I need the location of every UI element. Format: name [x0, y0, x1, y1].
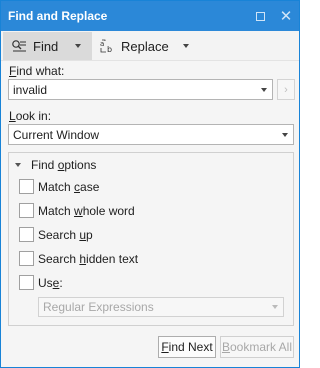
- search-up-label: Search up: [38, 227, 93, 242]
- title-bar: Find and Replace ✕: [1, 1, 299, 31]
- find-what-dropdown-icon[interactable]: [256, 80, 272, 99]
- find-next-label: Find Next: [161, 340, 213, 354]
- restore-icon: [255, 11, 265, 21]
- tab-replace[interactable]: a b Replace: [93, 32, 201, 60]
- search-hidden-text-option[interactable]: Search hidden text: [19, 251, 138, 266]
- find-options-title: Find options: [31, 158, 97, 172]
- collapse-icon[interactable]: [15, 163, 21, 167]
- bookmark-all-button[interactable]: Bookmark All: [220, 336, 294, 358]
- window-title: Find and Replace: [8, 9, 108, 23]
- match-case-checkbox[interactable]: [19, 179, 34, 194]
- look-in-combobox[interactable]: Current Window: [8, 124, 294, 145]
- close-icon: ✕: [279, 7, 293, 25]
- use-checkbox[interactable]: [19, 275, 34, 290]
- match-case-option[interactable]: Match case: [19, 179, 99, 194]
- use-type-combobox[interactable]: Regular Expressions: [38, 297, 284, 317]
- search-up-option[interactable]: Search up: [19, 227, 93, 242]
- find-dropdown-arrow-icon[interactable]: [75, 44, 81, 48]
- find-options-header[interactable]: Find options: [15, 158, 96, 172]
- svg-text:a: a: [100, 40, 104, 48]
- look-in-value: Current Window: [13, 127, 100, 142]
- use-label: Use:: [38, 275, 63, 290]
- tab-replace-label: Replace: [121, 38, 169, 54]
- svg-text:b: b: [107, 45, 112, 54]
- search-hidden-text-checkbox[interactable]: [19, 251, 34, 266]
- find-replace-window: Find and Replace ✕ Find a b Replace Find…: [0, 0, 300, 368]
- use-type-value: Regular Expressions: [43, 300, 154, 314]
- match-whole-word-label: Match whole word: [38, 203, 135, 218]
- match-whole-word-checkbox[interactable]: [19, 203, 34, 218]
- use-type-dropdown-icon[interactable]: [267, 298, 283, 316]
- find-icon: [12, 40, 26, 52]
- find-options-expand-button[interactable]: ›: [277, 79, 295, 100]
- match-case-label: Match case: [38, 179, 100, 194]
- tab-find-label: Find: [33, 38, 59, 54]
- bookmark-all-label: Bookmark All: [221, 340, 293, 354]
- tab-find[interactable]: Find: [3, 32, 92, 60]
- chevron-right-icon: ›: [284, 83, 288, 96]
- replace-icon: a b: [100, 39, 112, 54]
- search-hidden-text-label: Search hidden text: [38, 251, 139, 266]
- close-button[interactable]: ✕: [273, 1, 299, 31]
- replace-dropdown-arrow-icon[interactable]: [183, 44, 189, 48]
- find-what-value: invalid: [13, 82, 48, 97]
- match-whole-word-option[interactable]: Match whole word: [19, 203, 135, 218]
- mode-toolbar: Find a b Replace: [1, 31, 299, 61]
- find-next-button[interactable]: Find Next: [158, 336, 216, 358]
- use-option[interactable]: Use:: [19, 275, 63, 290]
- look-in-label: Look in:: [9, 109, 52, 123]
- restore-button[interactable]: [247, 1, 273, 31]
- find-what-combobox[interactable]: invalid: [8, 79, 273, 100]
- search-up-checkbox[interactable]: [19, 227, 34, 242]
- look-in-dropdown-icon[interactable]: [277, 125, 293, 144]
- find-what-label: Find what:: [9, 64, 65, 78]
- find-options-group: Find options Match case Match whole word…: [8, 152, 294, 326]
